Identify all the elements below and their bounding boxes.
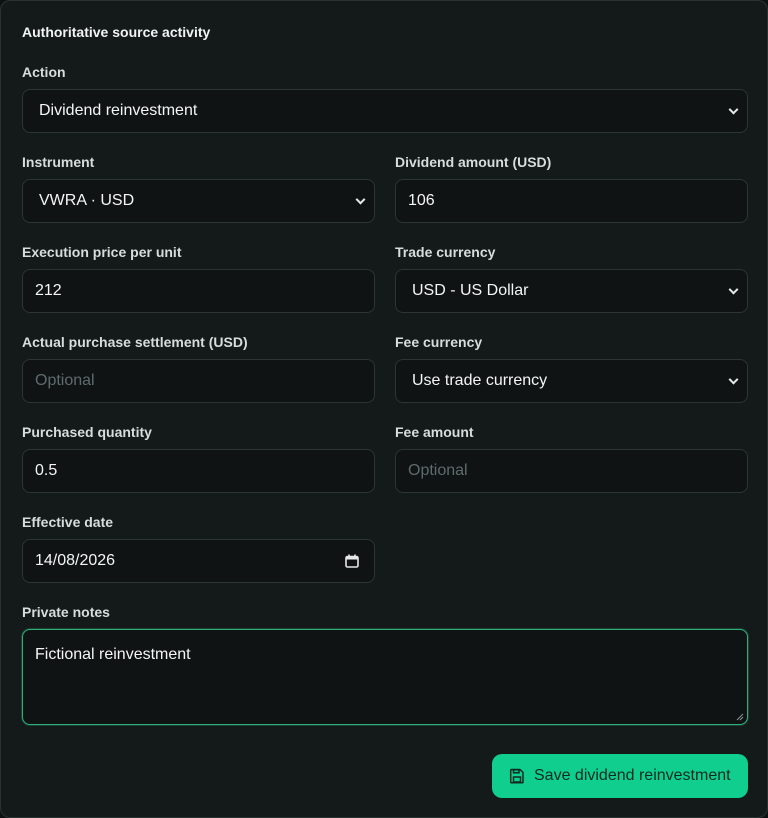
- instrument-select[interactable]: VWRA · USD: [22, 179, 375, 223]
- action-label: Action: [22, 64, 66, 80]
- effective-date-field: Effective date 14/08/2026: [22, 513, 375, 583]
- notes-field: Private notes Fictional reinvestment: [22, 603, 748, 725]
- quantity-field: Purchased quantity 0.5: [22, 423, 375, 493]
- action-value: Dividend reinvestment: [39, 102, 198, 119]
- chevron-down-icon: [355, 194, 366, 205]
- fee-amount-field: Fee amount Optional: [395, 423, 748, 493]
- dividend-amount-field: Dividend amount (USD) 106: [395, 153, 748, 223]
- save-dividend-reinvestment-button[interactable]: Save dividend reinvestment: [492, 754, 748, 798]
- notes-textarea[interactable]: Fictional reinvestment: [22, 629, 748, 725]
- dividend-amount-label: Dividend amount (USD): [395, 154, 552, 170]
- calendar-icon[interactable]: [345, 554, 359, 568]
- trade-currency-select[interactable]: USD - US Dollar: [395, 269, 748, 313]
- fee-amount-input[interactable]: Optional: [395, 449, 748, 493]
- settlement-input[interactable]: Optional: [22, 359, 375, 403]
- chevron-down-icon: [728, 374, 739, 385]
- fee-currency-field: Fee currency Use trade currency: [395, 333, 748, 403]
- effective-date-label: Effective date: [22, 514, 114, 530]
- execution-price-label: Execution price per unit: [22, 244, 182, 260]
- resize-grip-icon[interactable]: [736, 713, 744, 721]
- notes-label: Private notes: [22, 604, 110, 620]
- settlement-label: Actual purchase settlement (USD): [22, 334, 248, 350]
- instrument-field: Instrument VWRA · USD: [22, 153, 375, 223]
- quantity-input[interactable]: 0.5: [22, 449, 375, 493]
- action-field: Action Dividend reinvestment: [22, 63, 748, 133]
- execution-price-field: Execution price per unit 212: [22, 243, 375, 313]
- instrument-label: Instrument: [22, 154, 95, 170]
- fee-currency-select[interactable]: Use trade currency: [395, 359, 748, 403]
- execution-price-value: 212: [35, 282, 62, 299]
- fee-amount-label: Fee amount: [395, 424, 474, 440]
- fee-currency-value: Use trade currency: [412, 372, 548, 389]
- effective-date-value: 14/08/2026: [35, 552, 116, 569]
- form-title: Authoritative source activity: [22, 24, 211, 40]
- notes-value: Fictional reinvestment: [35, 646, 191, 663]
- settlement-placeholder: Optional: [35, 372, 95, 389]
- fee-amount-placeholder: Optional: [408, 462, 468, 479]
- quantity-value: 0.5: [35, 462, 58, 479]
- trade-currency-field: Trade currency USD - US Dollar: [395, 243, 748, 313]
- save-button-label: Save dividend reinvestment: [534, 767, 731, 784]
- dividend-amount-value: 106: [408, 192, 435, 209]
- quantity-label: Purchased quantity: [22, 424, 152, 440]
- chevron-down-icon: [728, 104, 739, 115]
- dividend-amount-input[interactable]: 106: [395, 179, 748, 223]
- instrument-value: VWRA · USD: [39, 192, 135, 209]
- action-select[interactable]: Dividend reinvestment: [22, 89, 748, 133]
- trade-currency-label: Trade currency: [395, 244, 496, 260]
- effective-date-input[interactable]: 14/08/2026: [22, 539, 375, 583]
- activity-form-card: Authoritative source activity Action Div…: [0, 0, 768, 818]
- fee-currency-label: Fee currency: [395, 334, 483, 350]
- trade-currency-value: USD - US Dollar: [412, 282, 529, 299]
- chevron-down-icon: [728, 284, 739, 295]
- execution-price-input[interactable]: 212: [22, 269, 375, 313]
- floppy-disk-icon: [509, 768, 524, 784]
- settlement-field: Actual purchase settlement (USD) Optiona…: [22, 333, 375, 403]
